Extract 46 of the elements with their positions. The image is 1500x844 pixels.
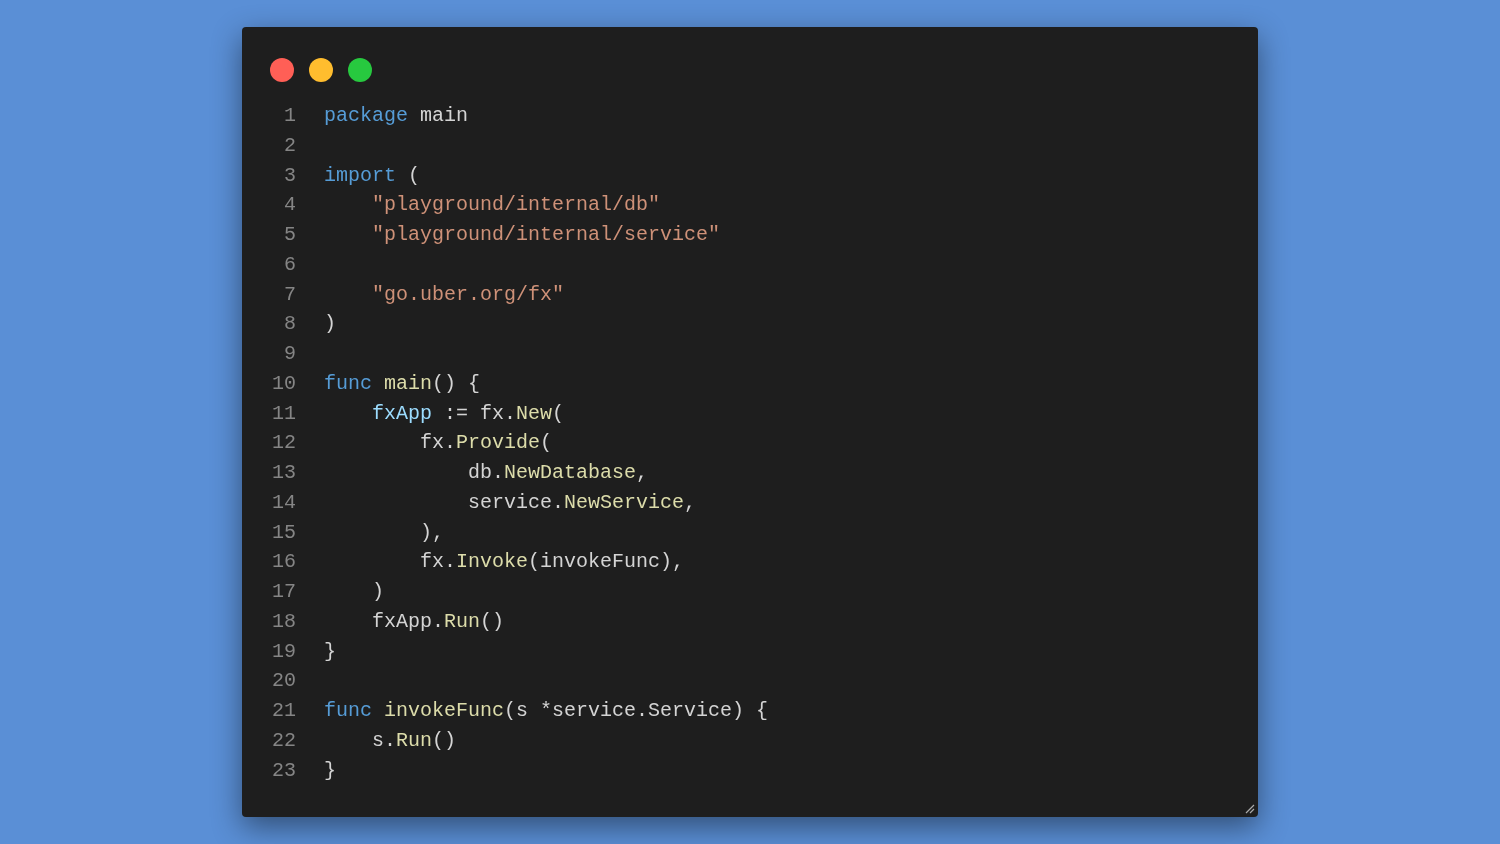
code-line: ) (324, 311, 336, 338)
line-number: 15 (271, 519, 296, 546)
code-line: ), (419, 519, 445, 546)
code-line: fx.Invoke(invokeFunc), (419, 549, 685, 576)
line-number: 8 (283, 311, 296, 338)
line-number: 7 (283, 281, 296, 308)
line-number: 2 (283, 132, 296, 159)
code-line: fxApp := fx.New( (371, 400, 565, 427)
code-line: "playground/internal/service" (371, 222, 721, 248)
line-number: 9 (283, 341, 296, 367)
line-number: 19 (271, 638, 296, 665)
line-number: 4 (283, 192, 296, 219)
line-number: 6 (283, 251, 296, 278)
resize-handle-icon[interactable] (1245, 804, 1255, 814)
line-number: 17 (271, 579, 296, 605)
line-number: 22 (271, 727, 296, 754)
code-line: func invokeFunc(s *service.Service) { (324, 698, 769, 724)
code-line: "go.uber.org/fx" (371, 281, 565, 308)
code-line: db.NewDatabase, (467, 460, 649, 486)
code-line: s.Run() (371, 727, 457, 754)
line-number: 12 (271, 430, 296, 457)
line-number: 16 (271, 549, 296, 576)
line-number: 10 (271, 370, 296, 397)
line-number: 14 (271, 489, 296, 516)
line-number: 20 (271, 668, 296, 695)
line-number: 23 (271, 757, 296, 784)
line-number: 18 (271, 608, 296, 635)
line-number: 1 (283, 103, 296, 129)
window-control-button[interactable] (309, 58, 333, 82)
code-line: } (324, 757, 336, 784)
window-control-button[interactable] (270, 58, 294, 82)
code-line: func main() { (324, 370, 481, 397)
code-line: fx.Provide( (419, 430, 553, 457)
line-number: 21 (271, 698, 296, 724)
line-number: 5 (283, 222, 296, 248)
window-control-button[interactable] (348, 58, 372, 82)
code-line: "playground/internal/db" (371, 192, 661, 219)
code-line: service.NewService, (467, 489, 697, 516)
code-line: package main (324, 103, 469, 129)
code-line: fxApp.Run() (371, 608, 505, 635)
line-number: 3 (283, 162, 296, 189)
line-number: 13 (271, 460, 296, 486)
code-line: ) (371, 579, 384, 605)
code-line: } (324, 638, 336, 665)
code-line: import ( (324, 162, 421, 189)
line-number: 11 (271, 400, 296, 427)
